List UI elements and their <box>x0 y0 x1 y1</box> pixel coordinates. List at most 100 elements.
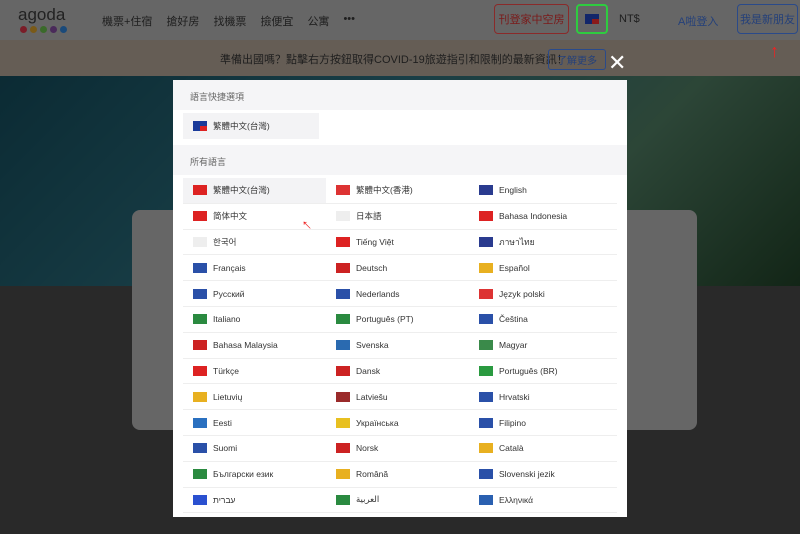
language-label: Filipino <box>499 417 526 428</box>
language-item[interactable]: Język polski <box>469 281 617 307</box>
nav-more[interactable]: ••• <box>343 13 355 29</box>
language-label: Bahasa Indonesia <box>499 211 568 222</box>
flag-icon <box>479 236 493 247</box>
flag-icon <box>336 185 350 196</box>
language-grid: 繁體中文(台灣) 繁體中文(香港) English 简体中文 日本語 Bahasa Ind… <box>173 178 627 514</box>
language-label: 日本語 <box>356 211 382 222</box>
flag-icon <box>193 340 207 351</box>
login-link[interactable]: A啦登入 <box>678 13 718 29</box>
language-item[interactable]: Português (BR) <box>469 359 617 385</box>
nav-deals[interactable]: 搶好房 <box>166 13 199 29</box>
all-languages-title: 所有語言 → <box>173 145 627 238</box>
language-item[interactable]: Filipino <box>469 410 617 436</box>
flag-icon <box>336 494 350 505</box>
language-item[interactable]: Français <box>183 255 326 282</box>
language-label: Português (PT) <box>356 314 414 325</box>
flag-icon <box>193 211 207 222</box>
language-item[interactable]: Română <box>326 462 469 488</box>
flag-icon <box>193 391 207 402</box>
language-item[interactable]: 繁體中文(香港) <box>326 178 469 204</box>
language-item[interactable]: Ελληνικά <box>469 488 617 514</box>
flag-icon <box>479 391 493 402</box>
language-item[interactable]: עברית <box>183 488 326 514</box>
flag-icon <box>336 236 350 247</box>
language-item[interactable]: 日本語 <box>326 204 469 230</box>
flag-icon <box>479 469 493 480</box>
flag-icon <box>336 314 350 325</box>
language-label: Slovenski jezik <box>499 469 555 480</box>
flag-icon <box>336 443 350 454</box>
language-item[interactable]: ภาษาไทย <box>469 230 617 256</box>
flag-icon <box>336 365 350 376</box>
flag-icon <box>479 314 493 325</box>
language-label: 한국어 <box>213 236 237 247</box>
language-item[interactable]: Latviešu <box>326 384 469 411</box>
quick-options-title: 語言快捷選項 <box>173 80 627 110</box>
learn-more-button[interactable]: 了解更多 <box>548 49 606 70</box>
language-item[interactable]: Deutsch <box>326 255 469 282</box>
language-label: עברית <box>213 494 236 505</box>
language-item[interactable]: Lietuvių <box>183 384 326 411</box>
language-item[interactable]: Italiano <box>183 307 326 333</box>
language-item[interactable]: Magyar <box>469 333 617 359</box>
language-item[interactable]: Türkçe <box>183 359 326 385</box>
banner-text: 準備出國嗎？點擊右方按鈕取得COVID-19旅遊指引和限制的最新資訊！ <box>220 54 568 66</box>
language-item[interactable]: Tiếng Việt <box>326 230 469 256</box>
flag-icon <box>479 288 493 299</box>
language-item[interactable]: English <box>469 178 617 204</box>
language-label: Ελληνικά <box>499 494 534 505</box>
nav-apartments[interactable]: 公寓 <box>307 13 329 29</box>
currency-button[interactable]: NT$ <box>619 13 640 25</box>
quick-language-item[interactable]: 繁體中文(台灣) <box>183 113 319 139</box>
flag-icon <box>479 185 493 196</box>
language-label: Русский <box>213 288 245 299</box>
language-label: Svenska <box>356 340 389 351</box>
nav-flights[interactable]: 找機票 <box>213 13 246 29</box>
flag-icon <box>479 494 493 505</box>
language-label: Türkçe <box>213 365 239 376</box>
agoda-logo[interactable]: agoda <box>18 5 65 25</box>
flag-icon <box>336 340 350 351</box>
language-item[interactable]: Українська <box>326 410 469 436</box>
language-label: Dansk <box>356 365 381 376</box>
language-item[interactable]: Slovenski jezik <box>469 462 617 488</box>
language-label: Français <box>213 262 246 273</box>
language-item[interactable]: Eesti <box>183 410 326 436</box>
flag-icon <box>479 340 493 351</box>
language-label: Magyar <box>499 340 528 351</box>
language-button[interactable] <box>576 4 608 34</box>
language-item[interactable]: 繁體中文(台灣) <box>183 178 326 204</box>
language-item[interactable]: Norsk <box>326 436 469 462</box>
language-item[interactable]: Bahasa Indonesia <box>469 204 617 230</box>
language-item[interactable]: Русский <box>183 281 326 307</box>
language-modal: 語言快捷選項 繁體中文(台灣) 所有語言 → 繁體中文(台灣) 繁體中文(香港) En… <box>173 80 627 517</box>
nav-flight-hotel[interactable]: 機票+住宿 <box>102 13 152 29</box>
language-label: العربية <box>356 494 380 505</box>
flag-icon <box>479 262 493 273</box>
language-item[interactable]: Български език <box>183 462 326 488</box>
all-languages-label: 所有語言 <box>190 157 227 167</box>
language-item[interactable]: Čeština <box>469 307 617 333</box>
language-item[interactable]: Nederlands <box>326 281 469 307</box>
language-item[interactable]: Español <box>469 255 617 282</box>
language-item[interactable]: Suomi <box>183 436 326 462</box>
language-item[interactable]: Dansk <box>326 359 469 385</box>
language-item[interactable]: Svenska <box>326 333 469 359</box>
flag-icon <box>193 314 207 325</box>
covid-banner: 準備出國嗎？點擊右方按鈕取得COVID-19旅遊指引和限制的最新資訊！ 了解更多 <box>0 40 800 76</box>
language-item[interactable]: العربية <box>326 488 469 514</box>
nav-bargains[interactable]: 撿便宜 <box>260 13 293 29</box>
list-property-button[interactable]: 刊登家中空房 <box>494 4 569 34</box>
signup-button[interactable]: 我是新朋友 <box>737 4 798 34</box>
language-label: Українська <box>356 417 399 428</box>
taiwan-flag-icon <box>585 14 599 24</box>
language-item[interactable]: Português (PT) <box>326 307 469 333</box>
language-label: Hrvatski <box>499 391 530 402</box>
language-label: Latviešu <box>356 391 388 402</box>
language-label: Eesti <box>213 417 232 428</box>
language-item[interactable]: Català <box>469 436 617 462</box>
language-item[interactable]: Bahasa Malaysia <box>183 333 326 359</box>
close-icon[interactable]: ✕ <box>608 50 626 76</box>
logo-dots <box>20 26 67 33</box>
language-item[interactable]: Hrvatski <box>469 384 617 411</box>
